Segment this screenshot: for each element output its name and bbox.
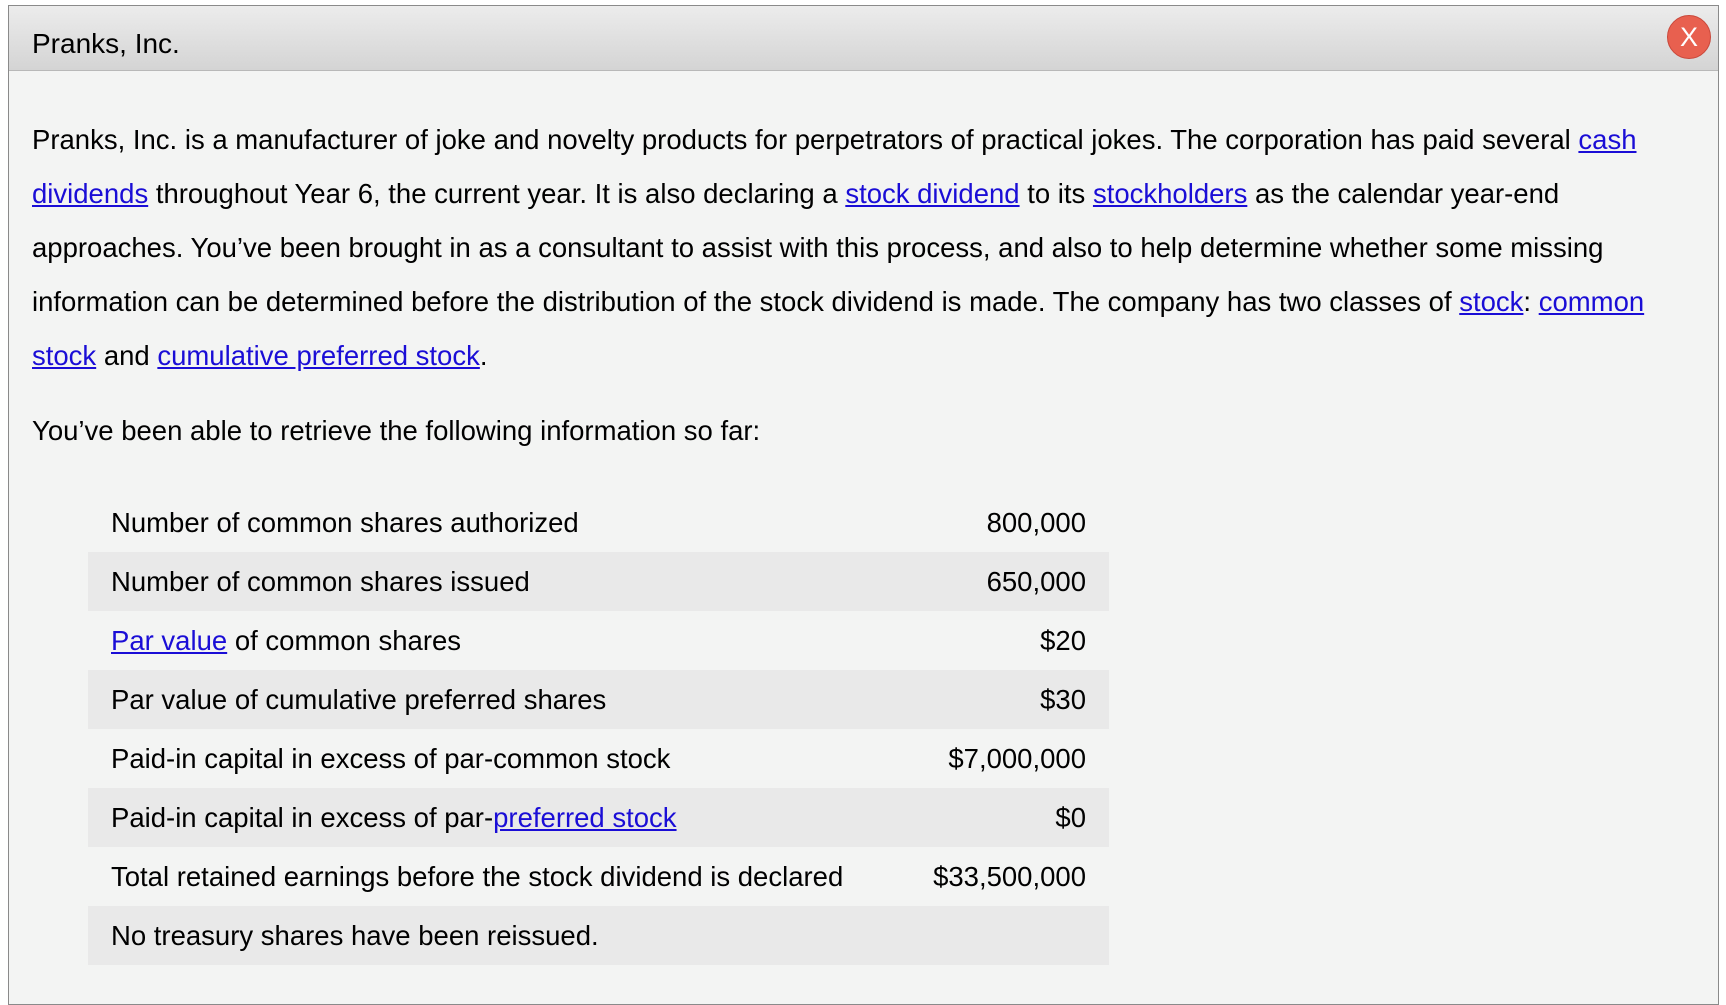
row-value: $20 (1040, 624, 1086, 656)
intro-text: to its (1019, 178, 1093, 209)
row-label: Par value of common shares (88, 611, 901, 670)
row-value (901, 906, 1109, 965)
info-table: Number of common shares authorized 800,0… (88, 493, 1109, 965)
row-label: Par value of cumulative preferred shares (88, 670, 902, 729)
dialog-titlebar: Pranks, Inc. X (9, 6, 1718, 71)
row-value: $0 (901, 788, 1109, 847)
intro-text: throughout Year 6, the current year. It … (148, 178, 846, 209)
row-value: $30 (901, 670, 1109, 729)
row-label: Total retained earnings before the stock… (111, 860, 844, 892)
table-row: Paid-in capital in excess of par-common … (88, 729, 1109, 788)
row-label: Number of common shares issued (88, 552, 902, 611)
link-cumulative-preferred-stock[interactable]: cumulative preferred stock (157, 340, 480, 371)
intro-text: Pranks, Inc. is a manufacturer of joke a… (32, 124, 1579, 155)
intro-text: . (479, 340, 488, 371)
retrieve-text: You’ve been able to retrieve the followi… (32, 415, 761, 446)
table-row: Par value of cumulative preferred shares… (88, 670, 1109, 729)
intro-text: and (96, 340, 158, 371)
row-value: $33,500,000 (933, 860, 1086, 892)
row-value: $7,000,000 (948, 742, 1086, 774)
dialog-content: Pranks, Inc. is a manufacturer of joke a… (9, 113, 1718, 965)
dialog-window: Pranks, Inc. X Pranks, Inc. is a manufac… (8, 5, 1719, 1005)
close-button[interactable]: X (1667, 15, 1711, 59)
dialog-title: Pranks, Inc. (32, 28, 180, 59)
intro-paragraph: Pranks, Inc. is a manufacturer of joke a… (32, 113, 1695, 383)
row-label: Number of common shares authorized (111, 506, 579, 538)
row-value: 800,000 (986, 506, 1086, 538)
link-stock-dividend[interactable]: stock dividend (845, 178, 1019, 209)
table-row: Paid-in capital in excess of par-preferr… (88, 788, 1109, 847)
row-label-text: of common shares (227, 624, 462, 656)
link-stockholders[interactable]: stockholders (1093, 178, 1247, 209)
table-row: Total retained earnings before the stock… (88, 847, 1109, 906)
close-icon: X (1679, 21, 1698, 52)
table-row: Number of common shares issued 650,000 (88, 552, 1109, 611)
table-row: No treasury shares have been reissued. (88, 906, 1109, 965)
row-label: Paid-in capital in excess of par-preferr… (88, 788, 902, 847)
intro-text: : (1523, 286, 1539, 317)
row-label: Paid-in capital in excess of par-common … (111, 742, 671, 774)
row-value: 650,000 (901, 552, 1109, 611)
row-label-text: Paid-in capital in excess of par- (111, 801, 494, 833)
row-label: No treasury shares have been reissued. (88, 906, 902, 965)
link-par-value[interactable]: Par value (111, 625, 227, 656)
link-stock[interactable]: stock (1459, 286, 1523, 317)
table-row: Number of common shares authorized 800,0… (88, 493, 1109, 552)
link-preferred-stock[interactable]: preferred stock (493, 802, 676, 833)
table-row: Par value of common shares $20 (88, 611, 1109, 670)
